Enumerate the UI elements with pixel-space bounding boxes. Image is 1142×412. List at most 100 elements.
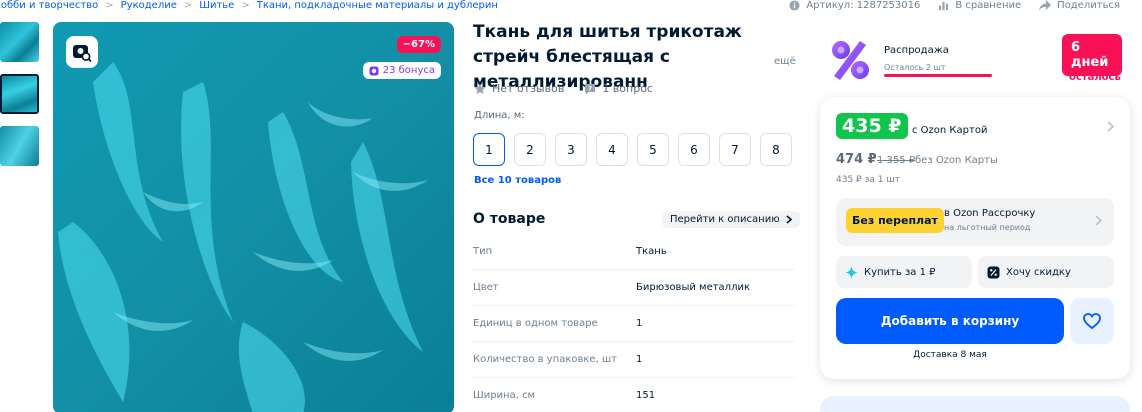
gallery-thumbnail[interactable] xyxy=(0,126,39,166)
buy-for-1-label: Купить за 1 ₽ xyxy=(864,266,936,278)
share-label: Поделиться xyxy=(1057,0,1120,11)
title-more-link[interactable]: ещё xyxy=(774,56,796,67)
days-left-label: осталось xyxy=(1069,72,1121,83)
chevron-right-icon xyxy=(1095,215,1102,226)
length-option[interactable]: 3 xyxy=(555,133,587,166)
length-option[interactable]: 4 xyxy=(596,133,628,166)
spec-row: Ширина, см 151 xyxy=(473,378,795,412)
no-overpay-badge: Без переплат xyxy=(846,208,944,233)
percent-icon xyxy=(826,36,874,84)
top-actions: Артикул: 1287253016 В сравнение Поделить… xyxy=(789,0,1120,11)
ozon-card-label: с Ozon Картой xyxy=(912,125,988,136)
regular-price: 474 ₽ xyxy=(836,152,877,167)
installment-title: в Ozon Рассрочку xyxy=(944,208,1036,219)
spec-row: Количество в упаковке, шт 1 xyxy=(473,342,795,378)
spec-value: Бирюзовый металлик xyxy=(636,282,750,293)
reviews-label: Нет отзывов xyxy=(492,82,565,95)
length-options: 1 2 3 4 5 6 7 8 xyxy=(473,133,792,166)
length-option[interactable]: 6 xyxy=(678,133,710,166)
product-meta: Нет отзывов ? 1 вопрос xyxy=(474,82,653,95)
length-label: Длина, м: xyxy=(474,110,525,121)
sparkle-icon xyxy=(845,265,858,279)
article-number[interactable]: Артикул: 1287253016 xyxy=(789,0,920,11)
breadcrumb: Хобби и творчество > Рукоделие > Шитье >… xyxy=(0,0,498,11)
length-option-selected[interactable]: 1 xyxy=(473,133,505,166)
bonus-label: 23 бонуса xyxy=(382,65,435,76)
breadcrumb-item[interactable]: Шитье xyxy=(199,0,234,11)
product-main-image[interactable]: −67% 23 бонуса xyxy=(53,22,454,412)
questions-link[interactable]: ? 1 вопрос xyxy=(584,82,653,95)
installment-offer[interactable]: Без переплат в Ozon Рассрочку на льготны… xyxy=(836,198,1114,246)
days-left-badge: 6 дней xyxy=(1062,34,1122,76)
discount-badge: −67% xyxy=(396,36,441,53)
old-price: 1 355 ₽ xyxy=(877,155,916,166)
about-section-title: О товаре xyxy=(473,211,546,227)
top-bar: Хобби и творчество > Рукоделие > Шитье >… xyxy=(0,0,1142,14)
spec-value: 1 xyxy=(636,318,643,329)
gallery-thumbnails xyxy=(0,22,42,178)
article-label: Артикул: 1287253016 xyxy=(806,0,921,11)
info-icon xyxy=(789,0,800,11)
specs-table: Тип Ткань Цвет Бирюзовый металлик Единиц… xyxy=(473,234,795,412)
compare-label: В сравнение xyxy=(955,0,1022,11)
reviews-link[interactable]: Нет отзывов xyxy=(474,82,564,95)
spec-value: Ткань xyxy=(636,246,667,257)
chevron-right-icon: > xyxy=(105,0,114,11)
heart-icon xyxy=(1083,313,1101,329)
bonus-icon xyxy=(369,66,379,76)
gallery-thumbnail[interactable] xyxy=(0,22,39,62)
star-icon xyxy=(474,83,486,95)
spec-row: Тип Ткань xyxy=(473,234,795,270)
chevron-right-icon: > xyxy=(241,0,250,11)
all-variants-link[interactable]: Все 10 товаров xyxy=(474,175,561,186)
question-icon: ? xyxy=(584,83,596,95)
spec-key: Тип xyxy=(473,246,493,257)
image-search-icon xyxy=(72,42,92,62)
gallery-thumbnail-active[interactable] xyxy=(0,74,39,114)
compare-icon xyxy=(938,0,949,11)
share-icon xyxy=(1039,0,1052,11)
favorite-button[interactable] xyxy=(1070,298,1114,344)
fabric-texture-image xyxy=(53,22,454,412)
length-option[interactable]: 7 xyxy=(719,133,751,166)
installment-subtitle: на льготный период xyxy=(944,223,1031,232)
svg-text:?: ? xyxy=(588,84,592,92)
sale-promo[interactable]: Распродажа Осталось 2 шт 6 дней осталось xyxy=(822,34,1122,90)
visual-search-button[interactable] xyxy=(66,36,98,68)
chevron-right-icon[interactable] xyxy=(1107,121,1114,132)
chevron-right-icon xyxy=(786,215,792,224)
next-card-partial xyxy=(820,396,1130,412)
stock-progress-bar xyxy=(884,74,992,77)
bonus-badge[interactable]: 23 бонуса xyxy=(362,62,441,79)
promo-title: Распродажа xyxy=(884,45,949,56)
breadcrumb-item[interactable]: Ткани, подкладочные материалы и дублерин xyxy=(257,0,498,11)
want-discount-button[interactable]: Хочу скидку xyxy=(978,256,1114,288)
add-to-cart-button[interactable]: Добавить в корзину xyxy=(836,298,1064,344)
spec-row: Цвет Бирюзовый металлик xyxy=(473,270,795,306)
spec-key: Цвет xyxy=(473,282,499,293)
price-per-unit: 435 ₽ за 1 шт xyxy=(836,175,900,185)
delivery-date: Доставка 8 мая xyxy=(913,350,987,360)
ozon-card-price[interactable]: 435 ₽ xyxy=(836,113,908,139)
chevron-right-icon: > xyxy=(183,0,193,11)
promo-stock: Осталось 2 шт xyxy=(884,63,946,72)
breadcrumb-item[interactable]: Хобби и творчество xyxy=(0,0,98,11)
share-button[interactable]: Поделиться xyxy=(1039,0,1120,11)
want-discount-label: Хочу скидку xyxy=(1006,266,1071,278)
buy-card: 435 ₽ с Ozon Картой 474 ₽ 1 355 ₽ без Oz… xyxy=(820,97,1130,379)
buy-for-1-button[interactable]: Купить за 1 ₽ xyxy=(836,256,972,288)
spec-key: Ширина, см xyxy=(473,390,536,401)
spec-value: 151 xyxy=(636,390,656,401)
breadcrumb-item[interactable]: Рукоделие xyxy=(121,0,177,11)
spec-row: Единиц в одном товаре 1 xyxy=(473,306,795,342)
length-option[interactable]: 5 xyxy=(637,133,669,166)
without-card-label: без Ozon Карты xyxy=(915,155,998,166)
discount-chat-icon xyxy=(987,266,1000,279)
length-option[interactable]: 8 xyxy=(760,133,792,166)
spec-value: 1 xyxy=(636,354,643,365)
spec-key: Количество в упаковке, шт xyxy=(473,354,617,365)
go-to-description-button[interactable]: Перейти к описанию xyxy=(662,211,800,228)
length-option[interactable]: 2 xyxy=(514,133,546,166)
compare-button[interactable]: В сравнение xyxy=(938,0,1021,11)
spec-key: Единиц в одном товаре xyxy=(473,318,598,329)
